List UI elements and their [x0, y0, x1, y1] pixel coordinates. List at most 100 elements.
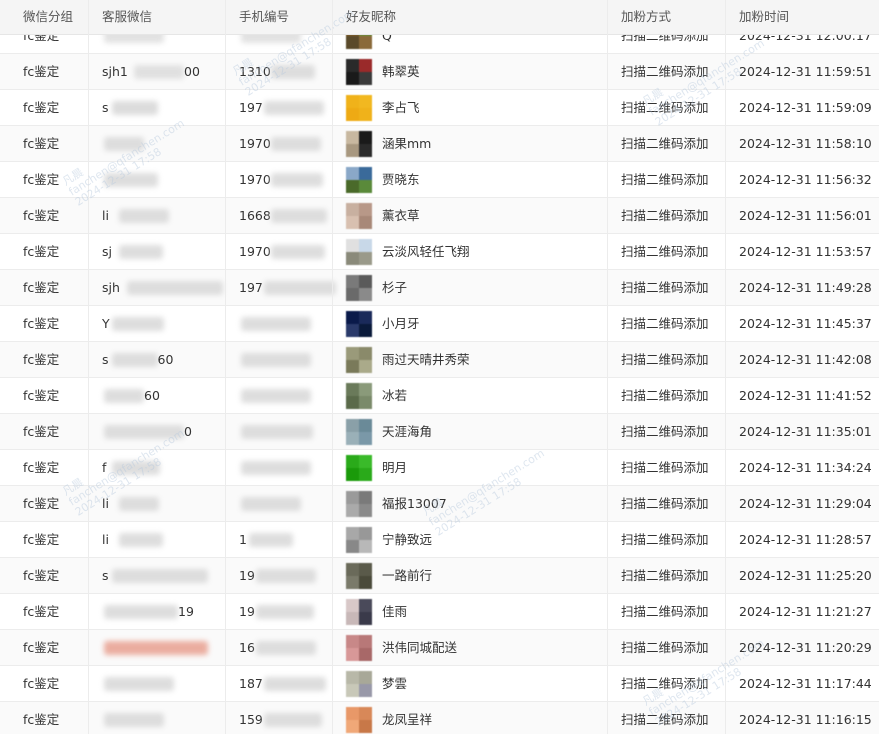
avatar[interactable]	[346, 311, 372, 337]
avatar[interactable]	[346, 95, 372, 121]
cell-method: 扫描二维码添加	[621, 64, 709, 79]
table-row[interactable]: fc鉴定 li 福报13007 扫描二维码添加 2024-12-31 11:29:04	[0, 486, 879, 522]
redaction-blur	[271, 245, 325, 259]
redaction-blur	[271, 209, 327, 223]
cell-cs-wechat: f	[102, 460, 107, 475]
cell-nickname: 佳雨	[382, 604, 408, 619]
cell-time: 2024-12-31 11:17:44	[739, 676, 872, 691]
cell-cs-wechat: sj	[102, 244, 112, 259]
table-row[interactable]: fc鉴定 16 洪伟同城配送 扫描二维码添加 2024-12-31 11:20:29	[0, 630, 879, 666]
cell-method: 扫描二维码添加	[621, 604, 709, 619]
table-row[interactable]: fc鉴定 sj 1970 云淡风轻任飞翔 扫描二维码添加 2024-12-31 11:53…	[0, 234, 879, 270]
table-row[interactable]: fc鉴定 sjh 197 杉子 扫描二维码添加 2024-12-31 11:49:28	[0, 270, 879, 306]
cell-group: fc鉴定	[23, 712, 60, 727]
avatar[interactable]	[346, 599, 372, 625]
cell-time: 2024-12-31 12:00:17	[739, 34, 872, 43]
avatar[interactable]	[346, 203, 372, 229]
table-row[interactable]: fc鉴定 f 明月 扫描二维码添加 2024-12-31 11:34:24	[0, 450, 879, 486]
avatar[interactable]	[346, 131, 372, 157]
table-row[interactable]: fc鉴定 Y 小月牙 扫描二维码添加 2024-12-31 11:45:37	[0, 306, 879, 342]
avatar[interactable]	[346, 563, 372, 589]
table-row[interactable]: fc鉴定 19 19 佳雨 扫描二维码添加 2024-12-31 11:21:27	[0, 594, 879, 630]
avatar[interactable]	[346, 383, 372, 409]
avatar[interactable]	[346, 635, 372, 661]
column-divider	[88, 0, 89, 734]
table-rows: fc鉴定 Q 扫描二维码添加 2024-12-31 12:00:17 fc鉴定 sjh1 0…	[0, 34, 879, 734]
table-row[interactable]: fc鉴定 187 梦雲 扫描二维码添加 2024-12-31 11:17:44	[0, 666, 879, 702]
column-header-group[interactable]: 微信分组	[23, 0, 73, 34]
avatar[interactable]	[346, 707, 372, 733]
table-row[interactable]: fc鉴定 1970 贾晓东 扫描二维码添加 2024-12-31 11:56:32	[0, 162, 879, 198]
cell-time: 2024-12-31 11:34:24	[739, 460, 872, 475]
table-row[interactable]: fc鉴定 Q 扫描二维码添加 2024-12-31 12:00:17	[0, 34, 879, 54]
avatar[interactable]	[346, 347, 372, 373]
table-row[interactable]: fc鉴定 li 1668 薰衣草 扫描二维码添加 2024-12-31 11:56:01	[0, 198, 879, 234]
cell-group: fc鉴定	[23, 352, 60, 367]
redaction-blur	[241, 389, 311, 403]
table-row[interactable]: fc鉴定 159 龙凤呈祥 扫描二维码添加 2024-12-31 11:16:15	[0, 702, 879, 734]
avatar[interactable]	[346, 671, 372, 697]
avatar[interactable]	[346, 167, 372, 193]
cell-time: 2024-12-31 11:41:52	[739, 388, 872, 403]
redaction-blur	[263, 101, 324, 115]
cell-nickname: 小月牙	[382, 316, 420, 331]
column-header-cs-wechat[interactable]: 客服微信	[102, 0, 152, 34]
redaction-blur	[248, 533, 293, 547]
cell-method: 扫描二维码添加	[621, 388, 709, 403]
column-header-nickname[interactable]: 好友昵称	[346, 0, 396, 34]
redaction-blur	[241, 34, 301, 43]
cell-group: fc鉴定	[23, 604, 60, 619]
table-row[interactable]: fc鉴定 s 60 雨过天晴井秀荣 扫描二维码添加 2024-12-31 11:42:08	[0, 342, 879, 378]
table-row[interactable]: fc鉴定 0 天涯海角 扫描二维码添加 2024-12-31 11:35:01	[0, 414, 879, 450]
friend-table: 微信分组 客服微信 手机编号 好友昵称 加粉方式 加粉时间 fc鉴定 Q 扫描二维码…	[0, 0, 879, 734]
cell-nickname: 薰衣草	[382, 208, 420, 223]
redaction-blur	[256, 641, 316, 655]
cell-group: fc鉴定	[23, 172, 60, 187]
avatar[interactable]	[346, 239, 372, 265]
table-row[interactable]: fc鉴定 s 19 一路前行 扫描二维码添加 2024-12-31 11:25:20	[0, 558, 879, 594]
table-row[interactable]: fc鉴定 s 197 李占飞 扫描二维码添加 2024-12-31 11:59:09	[0, 90, 879, 126]
avatar[interactable]	[346, 455, 372, 481]
cell-time: 2024-12-31 11:49:28	[739, 280, 872, 295]
avatar[interactable]	[346, 275, 372, 301]
cell-method: 扫描二维码添加	[621, 280, 709, 295]
table-header: 微信分组 客服微信 手机编号 好友昵称 加粉方式 加粉时间	[0, 0, 879, 35]
cell-cs-wechat: s	[102, 352, 109, 367]
column-divider	[725, 0, 726, 734]
redaction-blur	[104, 425, 184, 439]
cell-time: 2024-12-31 11:16:15	[739, 712, 872, 727]
avatar[interactable]	[346, 491, 372, 517]
redaction-blur	[241, 317, 311, 331]
cell-cs-wechat: li	[102, 532, 109, 547]
cell-group: fc鉴定	[23, 34, 60, 43]
table-row[interactable]: fc鉴定 1970 涵果mm 扫描二维码添加 2024-12-31 11:58:10	[0, 126, 879, 162]
cell-time: 2024-12-31 11:29:04	[739, 496, 872, 511]
redaction-blur	[111, 317, 164, 331]
table-row[interactable]: fc鉴定 li 1 宁静致远 扫描二维码添加 2024-12-31 11:28:57	[0, 522, 879, 558]
column-header-time[interactable]: 加粉时间	[739, 0, 789, 34]
column-header-phone[interactable]: 手机编号	[239, 0, 289, 34]
redaction-blur	[104, 389, 144, 403]
table-row[interactable]: fc鉴定 60 冰若 扫描二维码添加 2024-12-31 11:41:52	[0, 378, 879, 414]
cell-group: fc鉴定	[23, 532, 60, 547]
cell-method: 扫描二维码添加	[621, 352, 709, 367]
redaction-blur	[119, 245, 163, 259]
table-row[interactable]: fc鉴定 sjh1 00 1310 韩翠英 扫描二维码添加 2024-12-31 11:59…	[0, 54, 879, 90]
cell-phone: 1668	[239, 208, 271, 223]
cell-method: 扫描二维码添加	[621, 532, 709, 547]
cell-nickname: 涵果mm	[382, 136, 432, 151]
redaction-blur	[271, 137, 321, 151]
cell-phone: 159	[239, 712, 263, 727]
cell-time: 2024-12-31 11:21:27	[739, 604, 872, 619]
avatar[interactable]	[346, 419, 372, 445]
redaction-blur	[119, 533, 163, 547]
avatar[interactable]	[346, 59, 372, 85]
avatar[interactable]	[346, 527, 372, 553]
cell-cs-wechat: sjh	[102, 280, 120, 295]
avatar[interactable]	[346, 34, 372, 49]
column-header-method[interactable]: 加粉方式	[621, 0, 671, 34]
cell-nickname: 贾晓东	[382, 172, 420, 187]
cell-time: 2024-12-31 11:45:37	[739, 316, 872, 331]
cell-time: 2024-12-31 11:35:01	[739, 424, 872, 439]
cell-method: 扫描二维码添加	[621, 568, 709, 583]
